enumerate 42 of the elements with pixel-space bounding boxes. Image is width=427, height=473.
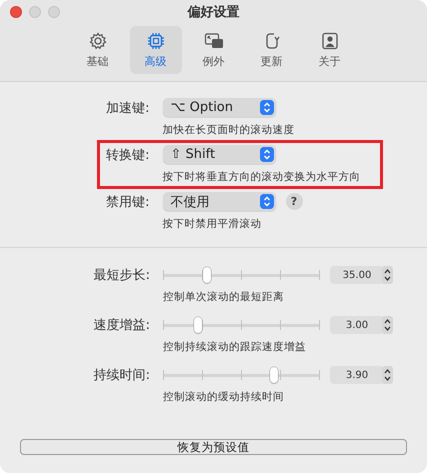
help-button[interactable]: ?	[286, 193, 302, 210]
hint-text: 控制滚动的缓动持续时间	[163, 390, 285, 404]
setting-label: 转换键:	[106, 146, 150, 164]
stepper-icon[interactable]	[382, 266, 393, 284]
chevron-icon	[260, 100, 274, 115]
person-icon	[320, 31, 340, 51]
slider[interactable]	[163, 316, 320, 334]
stepper-icon[interactable]	[382, 316, 393, 334]
value-field[interactable]: 35.00	[330, 266, 384, 284]
value-field[interactable]: 3.00	[330, 316, 384, 334]
hint-text: 控制持续滚动的跟踪速度增益	[163, 340, 307, 354]
reset-button[interactable]: 恢复为预设值	[20, 439, 407, 455]
stepper-icon[interactable]	[382, 366, 393, 384]
hint-text: 控制单次滚动的最短距离	[163, 290, 285, 304]
value-field[interactable]: 3.90	[330, 366, 384, 384]
chip-icon	[146, 31, 166, 51]
setting-label: 最短步长:	[94, 267, 150, 284]
setting-label: 加速键:	[106, 100, 150, 116]
popup-menu[interactable]: ⇧ Shift	[162, 145, 276, 164]
setting-label: 持续时间:	[94, 367, 150, 384]
hint-text: 按下时将垂直方向的滚动变换为水平方向	[162, 170, 362, 184]
hint-text: 按下时禁用平滑滚动	[162, 217, 262, 231]
chevron-icon	[260, 147, 274, 162]
toolbar-tab[interactable]: 更新	[246, 26, 298, 74]
close-button[interactable]	[10, 6, 22, 18]
chevron-icon	[260, 194, 274, 209]
slider-thumb[interactable]	[194, 317, 202, 333]
slider[interactable]	[163, 266, 320, 284]
popup-menu[interactable]: ⌥ Option	[162, 98, 276, 117]
windows-icon	[204, 31, 224, 51]
toolbar-tab[interactable]: 基础	[72, 26, 124, 74]
slider-thumb[interactable]	[270, 367, 278, 383]
popup-menu[interactable]: 不使用	[162, 192, 276, 211]
toolbar-tab[interactable]: 例外	[188, 26, 240, 74]
slider[interactable]	[163, 366, 320, 384]
slider-thumb[interactable]	[202, 267, 211, 283]
setting-label: 禁用键:	[106, 194, 150, 210]
toolbar-tab[interactable]: 关于	[304, 26, 356, 74]
setting-label: 速度增益:	[94, 317, 150, 334]
window-title: 偏好设置	[188, 5, 240, 20]
gear-icon	[88, 31, 108, 51]
hint-text: 加快在长页面时的滚动速度	[162, 123, 296, 137]
